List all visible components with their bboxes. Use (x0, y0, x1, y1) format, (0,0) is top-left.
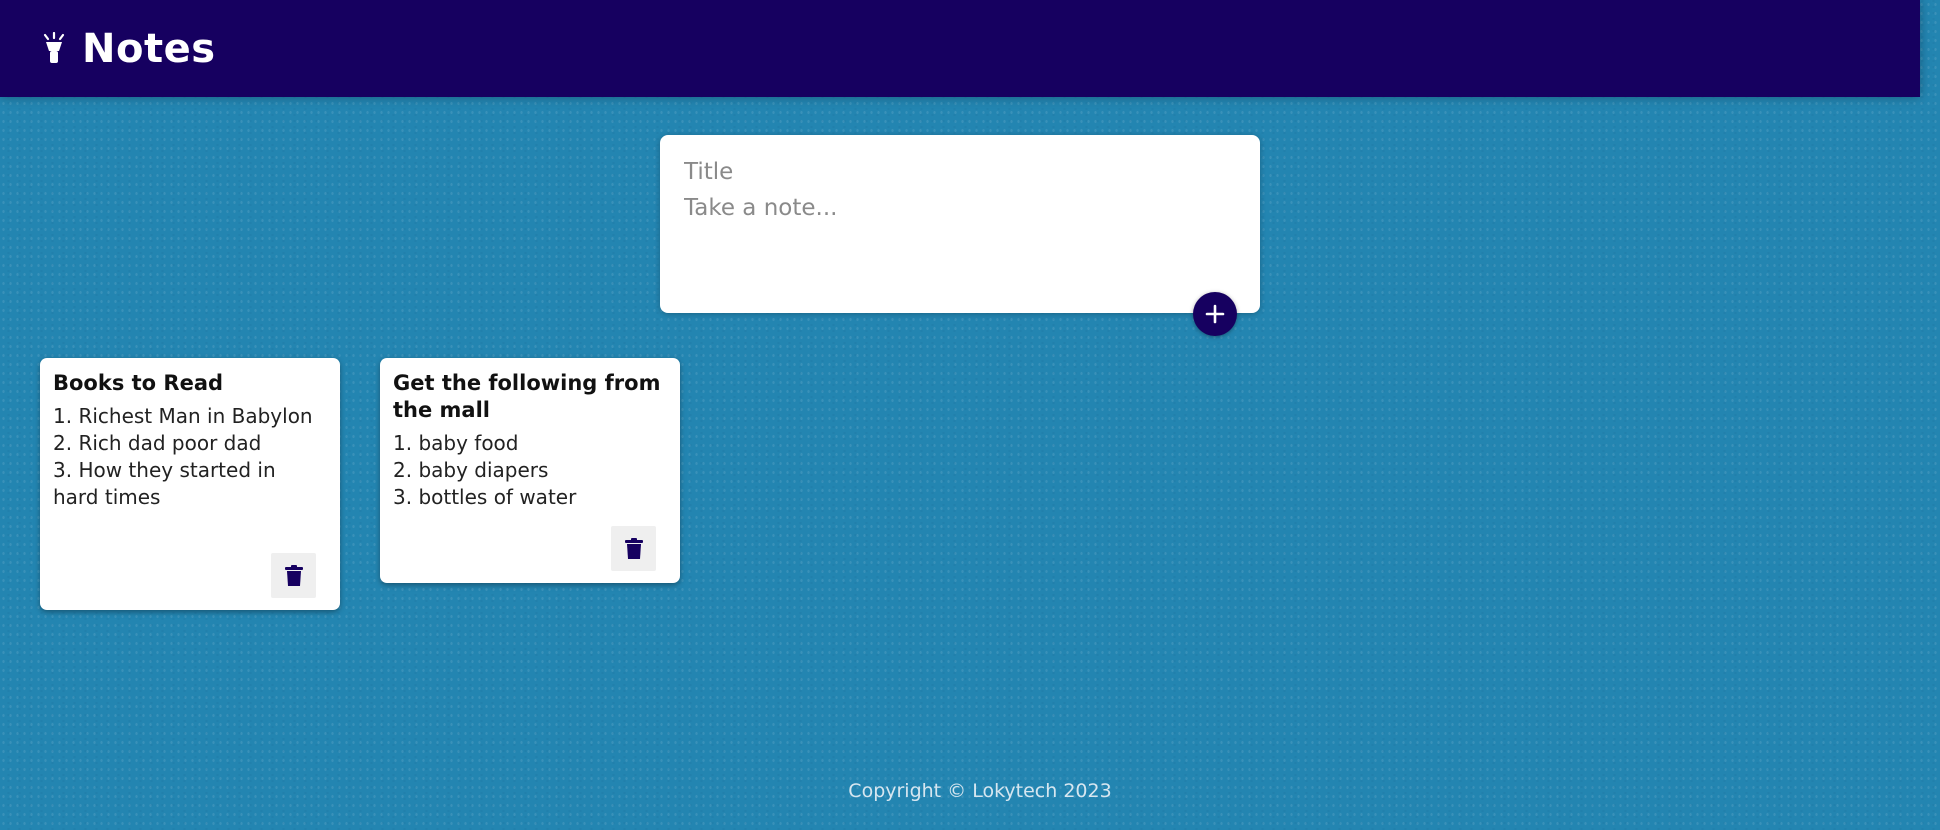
page-title: Notes (82, 25, 216, 72)
trash-icon (284, 564, 303, 586)
delete-note-button[interactable] (271, 553, 316, 598)
note-composer (660, 135, 1260, 313)
note-content: 1. baby food 2. baby diapers 3. bottles … (393, 431, 577, 509)
note-card: Books to Read 1. Richest Man in Babylon … (40, 358, 340, 610)
note-card: Get the following from the mall 1. baby … (380, 358, 680, 583)
plus-icon (1205, 304, 1225, 324)
note-title-input[interactable] (684, 153, 1236, 191)
app-header: Notes (0, 0, 1920, 97)
lightbulb-icon (43, 31, 65, 63)
note-title: Books to Read (53, 371, 224, 395)
add-note-button[interactable] (1193, 292, 1237, 336)
note-title: Get the following from the mall (393, 371, 661, 422)
trash-icon (624, 537, 643, 559)
note-content: 1. Richest Man in Babylon 2. Rich dad po… (53, 404, 313, 509)
footer-copyright: Copyright © Lokytech 2023 (848, 780, 1112, 802)
delete-note-button[interactable] (611, 526, 656, 571)
note-content-input[interactable] (684, 195, 1236, 285)
